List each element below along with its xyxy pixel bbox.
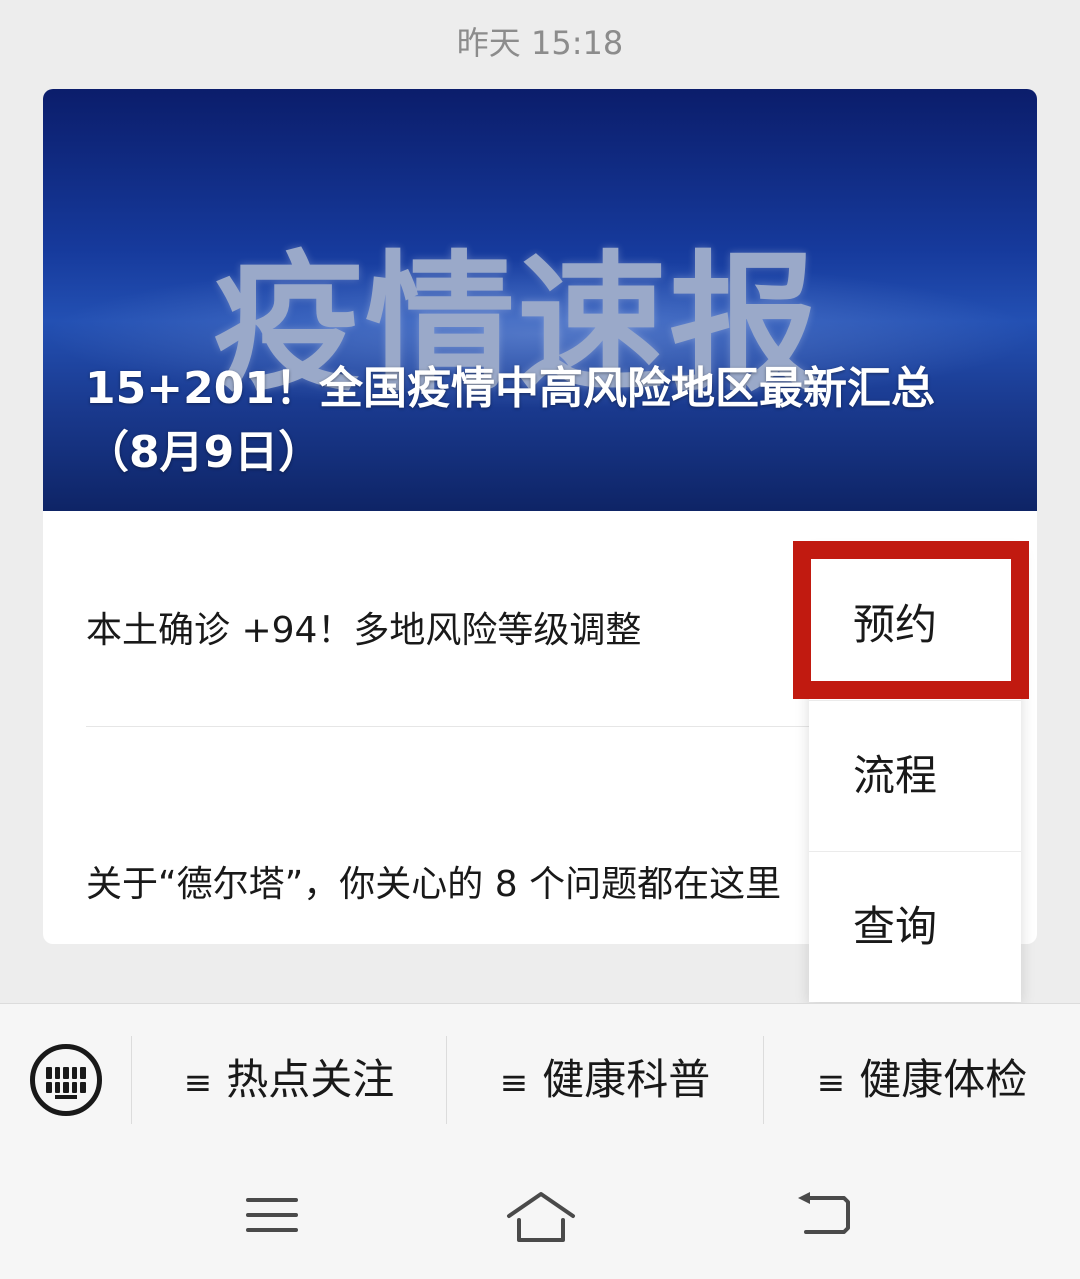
menu-item-health-science[interactable]: ≡ 健康科普	[447, 1044, 763, 1116]
submenu-popup: 预约 流程 查询	[809, 550, 1021, 1002]
article-cover[interactable]: 疫情速报 15+201！全国疫情中高风险地区最新汇总（8月9日）	[43, 89, 1037, 511]
submenu-item-process[interactable]: 流程	[809, 700, 1021, 850]
back-icon[interactable]	[794, 1190, 854, 1240]
system-navigation-bar	[0, 1155, 1080, 1279]
home-icon[interactable]	[505, 1190, 577, 1246]
menu-lines-icon: ≡	[183, 1063, 213, 1103]
menu-lines-icon: ≡	[499, 1063, 529, 1103]
menu-lines-icon: ≡	[816, 1063, 846, 1103]
message-timestamp: 昨天 15:18	[456, 24, 624, 62]
article-item[interactable]: 本土确诊 +94！多地风险等级调整	[86, 601, 806, 661]
submenu-item-query[interactable]: 查询	[809, 851, 1021, 1001]
menu-icon[interactable]	[244, 1190, 300, 1240]
official-account-menu-bar: ≡ 热点关注 ≡ 健康科普 ≡ 健康体检	[0, 1003, 1080, 1155]
submenu-item-appointment[interactable]: 预约	[809, 550, 1021, 700]
keyboard-icon[interactable]	[30, 1044, 102, 1116]
article-headline[interactable]: 15+201！全国疫情中高风险地区最新汇总（8月9日）	[85, 357, 1005, 485]
menu-item-hot-topics[interactable]: ≡ 热点关注	[132, 1044, 446, 1116]
article-item[interactable]: 关于“德尔塔”，你关心的 8 个问题都在这里	[86, 855, 806, 915]
menu-item-health-checkup[interactable]: ≡ 健康体检	[764, 1044, 1080, 1116]
